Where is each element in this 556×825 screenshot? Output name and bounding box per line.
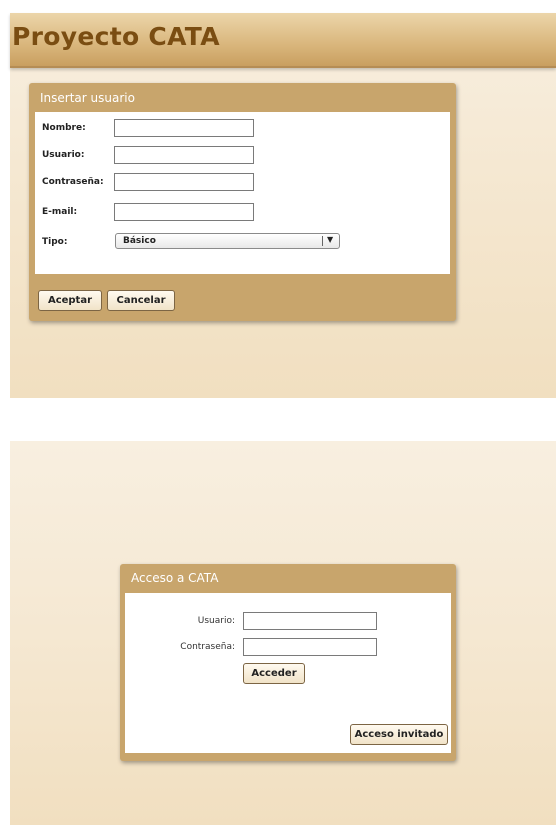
aceptar-button[interactable]: Aceptar [38, 290, 102, 311]
acceso-invitado-button[interactable]: Acceso invitado [350, 724, 448, 745]
tipo-label: Tipo: [42, 237, 68, 247]
app-header: Proyecto CATA [10, 13, 556, 68]
login-contrasena-label: Contraseña: [180, 642, 235, 652]
login-panel: Acceso a CATA Usuario: Contraseña: Acced… [120, 564, 456, 761]
chevron-down-icon: ▼ [327, 235, 334, 244]
panel-title: Insertar usuario [40, 91, 135, 105]
login-form: Usuario: Contraseña: Acceder Acceso invi… [125, 593, 451, 753]
insert-user-panel: Insertar usuario Nombre: Usuario: Contra… [29, 83, 456, 321]
email-label: E-mail: [42, 207, 78, 217]
nombre-input[interactable] [114, 119, 254, 137]
login-contrasena-input[interactable] [243, 638, 377, 656]
select-divider [322, 236, 323, 246]
contrasena-label: Contraseña: [42, 177, 104, 187]
email-input[interactable] [114, 203, 254, 221]
contrasena-input[interactable] [114, 173, 254, 191]
tipo-select[interactable]: Básico ▼ [115, 233, 340, 249]
panel-title: Acceso a CATA [131, 571, 219, 585]
insert-user-form: Nombre: Usuario: Contraseña: E-mail: Tip… [35, 112, 450, 274]
acceder-button[interactable]: Acceder [243, 663, 305, 684]
login-screen: Acceso a CATA Usuario: Contraseña: Acced… [10, 441, 556, 825]
usuario-input[interactable] [114, 146, 254, 164]
app-title: Proyecto CATA [12, 22, 220, 51]
nombre-label: Nombre: [42, 123, 86, 133]
insert-user-screen: Proyecto CATA Insertar usuario Nombre: U… [10, 13, 556, 398]
tipo-selected-value: Básico [123, 236, 156, 246]
login-usuario-input[interactable] [243, 612, 377, 630]
cancelar-button[interactable]: Cancelar [107, 290, 175, 311]
login-usuario-label: Usuario: [197, 616, 235, 626]
usuario-label: Usuario: [42, 150, 85, 160]
